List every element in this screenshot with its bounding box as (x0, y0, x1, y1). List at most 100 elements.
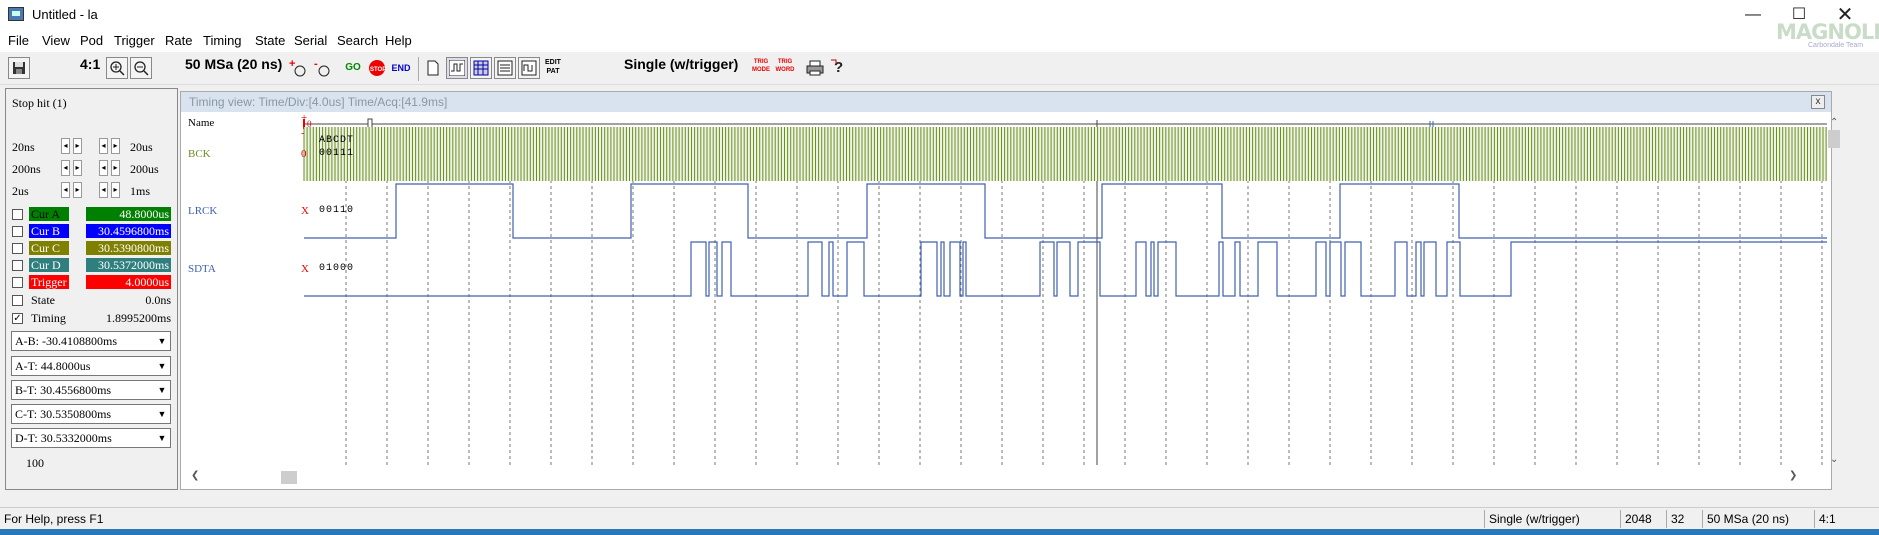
menu-help[interactable]: Help (385, 33, 412, 48)
zoom-out-button[interactable] (130, 57, 152, 79)
chevron-down-icon: ▼ (157, 409, 167, 419)
menu-rate[interactable]: Rate (165, 33, 192, 48)
cursor-d-checkbox[interactable] (12, 260, 23, 271)
scroll-right-icon[interactable]: ❯ (1789, 470, 1797, 481)
state-label: State (31, 293, 55, 307)
lrck-waveform (304, 183, 1827, 239)
spin-right-inc-1[interactable]: ▸ (111, 138, 120, 154)
menu-trigger[interactable]: Trigger (114, 33, 155, 48)
cursor-b-checkbox[interactable] (12, 226, 23, 237)
signal-trigger-bck[interactable]: 0 (301, 148, 307, 160)
cursor-a-label: Cur A (29, 207, 69, 221)
scroll-down-icon[interactable]: ⌄ (1830, 454, 1838, 465)
trigger-checkbox[interactable] (12, 277, 23, 288)
vertical-scroll-thumb[interactable] (1828, 130, 1840, 148)
application-window: Untitled - la — ☐ ✕ File View Pod Trigge… (0, 0, 1879, 535)
signal-name-lrck[interactable]: LRCK (188, 205, 217, 217)
cursor-d-label: Cur D (29, 258, 69, 272)
spin-left-label-1: 20ns (12, 140, 35, 154)
menu-state[interactable]: State (255, 33, 285, 48)
i2c-view-button[interactable] (518, 57, 540, 79)
stop-hit-label: Stop hit (1) (12, 96, 67, 110)
spin-left-inc-3[interactable]: ▸ (73, 182, 82, 198)
cursor-c-checkbox[interactable] (12, 243, 23, 254)
stop-label: STOP (370, 67, 386, 73)
state-view-button[interactable] (470, 57, 492, 79)
signal-name-bck[interactable]: BCK (188, 148, 211, 160)
trigger-mode-button[interactable]: TRIG MODE (750, 57, 772, 79)
spin-right-dec-1[interactable]: ◂ (99, 138, 108, 154)
rate-down-icon: - (314, 58, 330, 77)
signal-trigger-sdta[interactable]: X (301, 263, 309, 275)
signal-trigger-lrck[interactable]: X (301, 205, 309, 217)
delta-bt-select[interactable]: B-T: 30.4556800ms ▼ (11, 380, 171, 400)
spin-right-dec-2[interactable]: ◂ (99, 160, 108, 176)
scroll-up-icon[interactable]: ⌃ (1830, 117, 1838, 128)
delta-at-select[interactable]: A-T: 44.8000us ▼ (11, 356, 171, 376)
minus-marker: - (301, 127, 305, 139)
menu-search[interactable]: Search (337, 33, 378, 48)
help-button[interactable]: ? (828, 57, 850, 79)
delta-ab-select[interactable]: A-B: -30.4108800ms ▼ (11, 331, 171, 351)
edit-pattern-button[interactable]: EDIT PAT (542, 57, 564, 79)
printer-icon (806, 60, 824, 76)
state-checkbox[interactable] (12, 295, 23, 306)
spin-left-inc-1[interactable]: ▸ (73, 138, 82, 154)
timing-checkbox[interactable]: ✓ (12, 313, 23, 324)
trigger-label: Trigger (29, 275, 69, 289)
cursor-a-checkbox[interactable] (12, 209, 23, 220)
status-help-text: For Help, press F1 (4, 512, 104, 526)
grid-icon (473, 60, 489, 76)
columns-header: ABCDT (319, 135, 355, 146)
app-icon (8, 7, 24, 21)
menu-serial[interactable]: Serial (294, 33, 327, 48)
delta-ct-value: C-T: 30.5350800ms (15, 407, 112, 421)
stop-button[interactable]: STOP (366, 57, 388, 79)
zoom-in-button[interactable] (106, 57, 128, 79)
rate-increase-button[interactable]: + (288, 57, 310, 79)
chevron-down-icon: ▼ (157, 433, 167, 443)
minimize-button[interactable]: — (1730, 0, 1776, 30)
spin-left-dec-1[interactable]: ◂ (61, 138, 70, 154)
new-file-button[interactable] (422, 57, 444, 79)
spin-left-dec-3[interactable]: ◂ (61, 182, 70, 198)
waveform-canvas[interactable] (181, 92, 1831, 489)
go-button[interactable]: GO (342, 57, 364, 79)
signal-name-sdta[interactable]: SDTA (188, 263, 216, 275)
menu-timing[interactable]: Timing (203, 33, 242, 48)
serial-icon (521, 60, 537, 76)
spin-right-inc-2[interactable]: ▸ (111, 160, 120, 176)
save-button[interactable] (8, 57, 30, 79)
spin-left-dec-2[interactable]: ◂ (61, 160, 70, 176)
zero-marker: 0 (307, 119, 312, 129)
acquisition-mode-label: Single (w/trigger) (624, 56, 739, 72)
delta-ct-select[interactable]: C-T: 30.5350800ms ▼ (11, 404, 171, 424)
horizontal-scroll-thumb[interactable] (281, 471, 297, 484)
spf-view-button[interactable] (494, 57, 516, 79)
menu-file[interactable]: File (8, 33, 29, 48)
cursor-a-value: 48.8000us (86, 207, 171, 221)
menu-pod[interactable]: Pod (80, 33, 103, 48)
delta-dt-select[interactable]: D-T: 30.5332000ms ▼ (11, 428, 171, 448)
save-icon (13, 62, 25, 74)
timing-view-button[interactable] (446, 57, 468, 79)
rate-up-icon: + (289, 58, 306, 77)
spin-left-inc-2[interactable]: ▸ (73, 160, 82, 176)
trigger-word-button[interactable]: TRIG WORD (774, 57, 796, 79)
horizontal-scrollbar[interactable]: ❮ ❯ (185, 469, 1809, 485)
spin-right-dec-3[interactable]: ◂ (99, 182, 108, 198)
sample-rate-label: 50 MSa (20 ns) (185, 56, 283, 72)
signal-bits-sdta: 01000 (319, 263, 355, 274)
name-column-header: Name (188, 117, 215, 129)
signal-bits-bck: 00111 (319, 148, 355, 159)
print-button[interactable] (804, 57, 826, 79)
timing-label: Timing (31, 311, 66, 325)
delta-at-value: A-T: 44.8000us (15, 359, 91, 373)
rate-decrease-button[interactable]: - (312, 57, 334, 79)
spin-right-inc-3[interactable]: ▸ (111, 182, 120, 198)
document-icon (427, 60, 439, 76)
menu-view[interactable]: View (42, 33, 70, 48)
end-button[interactable]: END (390, 57, 412, 79)
delta-dt-value: D-T: 30.5332000ms (15, 431, 112, 445)
scroll-left-icon[interactable]: ❮ (191, 470, 199, 481)
